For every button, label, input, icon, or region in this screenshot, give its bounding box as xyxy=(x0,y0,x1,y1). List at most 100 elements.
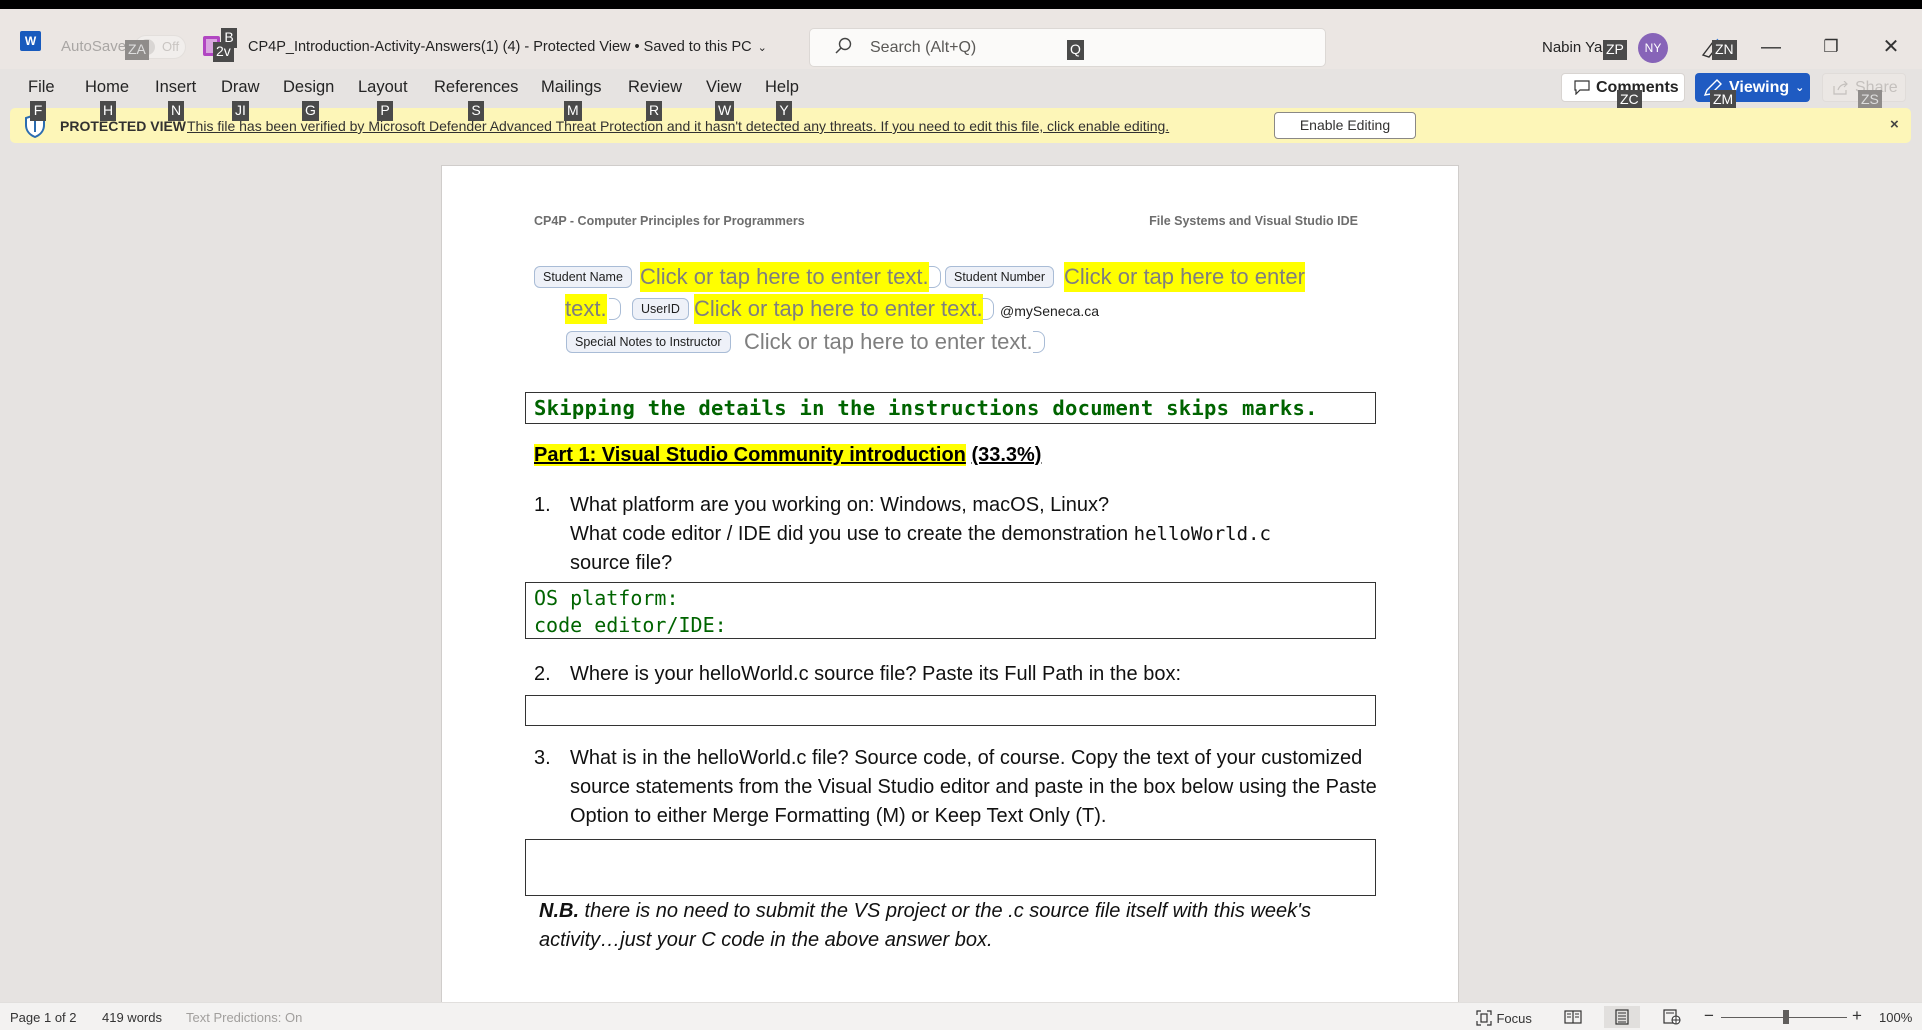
student-number-field[interactable]: Click or tap here to enter xyxy=(1064,262,1305,292)
focus-icon xyxy=(1476,1010,1492,1026)
share-icon xyxy=(1833,80,1848,95)
web-layout-button[interactable] xyxy=(1654,1006,1690,1028)
warning-box: Skipping the details in the instructions… xyxy=(525,392,1376,424)
tab-design[interactable]: Design xyxy=(283,78,334,97)
tab-file[interactable]: File xyxy=(28,78,55,97)
part-heading: Part 1: Visual Studio Community introduc… xyxy=(534,444,1041,467)
userid-field-end xyxy=(982,298,994,320)
note-text: there is no need to submit the VS projec… xyxy=(539,900,1311,951)
keytip-insert: N xyxy=(168,101,185,121)
tab-help[interactable]: Help xyxy=(765,78,799,97)
student-name-tag: Student Name xyxy=(534,266,632,288)
chevron-down-icon: ⌄ xyxy=(757,42,767,54)
keytip-design: G xyxy=(302,101,319,121)
question-number: 1. xyxy=(534,494,551,516)
close-window-button[interactable]: ✕ xyxy=(1868,29,1914,65)
tab-layout[interactable]: Layout xyxy=(358,78,408,97)
word-app-icon[interactable]: W xyxy=(20,31,45,51)
restore-button[interactable]: ❐ xyxy=(1808,29,1854,65)
document-title-text: CP4P_Introduction-Activity-Answers(1) (4… xyxy=(248,39,752,55)
keytip-save-2: 2v xyxy=(213,42,234,62)
autosave-state: Off xyxy=(162,39,180,54)
keytip-review: R xyxy=(646,101,663,121)
keytip-share: ZS xyxy=(1858,90,1882,110)
tab-draw[interactable]: Draw xyxy=(221,78,260,97)
search-icon xyxy=(835,37,852,54)
tab-view[interactable]: View xyxy=(706,78,741,97)
print-layout-button[interactable] xyxy=(1604,1006,1640,1028)
question-1-code: helloWorld.c xyxy=(1133,523,1271,545)
document-title[interactable]: CP4P_Introduction-Activity-Answers(1) (4… xyxy=(248,39,767,55)
title-bar: W AutoSave Off CP4P_Introduction-Activit… xyxy=(0,9,1922,69)
header-topic: File Systems and Visual Studio IDE xyxy=(1149,214,1358,228)
autosave-label: AutoSave xyxy=(61,38,127,55)
keytip-references: S xyxy=(468,101,484,121)
read-mode-icon xyxy=(1564,1010,1582,1024)
special-notes-tag: Special Notes to Instructor xyxy=(566,331,731,353)
tab-mailings[interactable]: Mailings xyxy=(541,78,602,97)
student-number-field-cont[interactable]: text. xyxy=(565,294,607,324)
header-course: CP4P - Computer Principles for Programme… xyxy=(534,214,805,228)
answer-1-line-2: code editor/IDE: xyxy=(534,613,727,637)
keytip-draw: JI xyxy=(232,101,249,121)
note-label: N.B. xyxy=(539,900,579,922)
userid-tag: UserID xyxy=(632,298,689,320)
question-number: 3. xyxy=(534,747,551,769)
tab-home[interactable]: Home xyxy=(85,78,129,97)
minimize-button[interactable]: — xyxy=(1748,29,1794,65)
student-name-field-end xyxy=(929,266,941,288)
student-number-tag: Student Number xyxy=(945,266,1055,288)
question-1-line-1: What platform are you working on: Window… xyxy=(570,494,1110,516)
zoom-out-button[interactable]: − xyxy=(1704,1006,1714,1026)
question-3-text: What is in the helloWorld.c file? Source… xyxy=(570,747,1377,827)
close-icon[interactable]: × xyxy=(1890,116,1899,133)
document-page[interactable]: CP4P - Computer Principles for Programme… xyxy=(441,165,1459,1005)
part-weight: (33.3%) xyxy=(971,444,1042,466)
comment-icon xyxy=(1574,80,1590,95)
question-2-text: Where is your helloWorld.c source file? … xyxy=(570,663,1182,685)
answer-box-1[interactable]: OS platform: code editor/IDE: xyxy=(525,582,1376,639)
page-count[interactable]: Page 1 of 2 xyxy=(10,1010,77,1025)
search-placeholder: Search (Alt+Q) xyxy=(870,39,977,56)
text-predictions-status[interactable]: Text Predictions: On xyxy=(186,1010,302,1025)
answer-box-3[interactable] xyxy=(525,839,1376,896)
word-count[interactable]: 419 words xyxy=(102,1010,162,1025)
keytip-viewing: ZM xyxy=(1710,90,1737,110)
tab-references[interactable]: References xyxy=(434,78,518,97)
part-title: Part 1: Visual Studio Community introduc… xyxy=(534,444,966,466)
protected-view-message[interactable]: This file has been verified by Microsoft… xyxy=(187,118,1169,134)
chevron-down-icon: ⌄ xyxy=(1795,82,1805,94)
avatar[interactable]: NY xyxy=(1638,33,1668,63)
question-2: 2. Where is your helloWorld.c source fil… xyxy=(534,660,1384,690)
zoom-slider-thumb[interactable] xyxy=(1783,1010,1789,1024)
web-layout-icon xyxy=(1663,1009,1681,1025)
read-mode-button[interactable] xyxy=(1555,1006,1591,1028)
special-notes-field[interactable]: Click or tap here to enter text. xyxy=(744,327,1033,357)
keytip-mailings: M xyxy=(564,101,582,121)
protected-view-bar: PROTECTED VIEW This file has been verifi… xyxy=(10,108,1911,143)
focus-button[interactable]: Focus xyxy=(1476,1006,1546,1028)
keytip-help: Y xyxy=(776,101,792,121)
enable-editing-button[interactable]: Enable Editing xyxy=(1274,112,1416,139)
answer-box-2[interactable] xyxy=(525,695,1376,726)
keytip-designer: ZN xyxy=(1712,40,1737,60)
question-1-line-2: What code editor / IDE did you use to cr… xyxy=(570,520,1370,549)
tab-review[interactable]: Review xyxy=(628,78,682,97)
zoom-level[interactable]: 100% xyxy=(1879,1010,1912,1025)
userid-field[interactable]: Click or tap here to enter text. xyxy=(694,294,983,324)
student-name-field[interactable]: Click or tap here to enter text. xyxy=(640,262,929,292)
keytip-comments: ZC xyxy=(1617,90,1642,110)
email-suffix: @mySeneca.ca xyxy=(1000,303,1100,319)
viewing-label: Viewing xyxy=(1729,78,1790,96)
special-notes-field-end xyxy=(1033,331,1045,353)
question-1-line-3: source file? xyxy=(570,552,673,574)
keytip-home: H xyxy=(100,101,117,121)
status-bar: Page 1 of 2 419 words Text Predictions: … xyxy=(0,1002,1922,1030)
question-1-text: What code editor / IDE did you use to cr… xyxy=(570,523,1134,545)
keytip-layout: P xyxy=(377,101,393,121)
warning-text: Skipping the details in the instructions… xyxy=(534,396,1318,420)
tab-insert[interactable]: Insert xyxy=(155,78,196,97)
question-number: 2. xyxy=(534,663,551,685)
print-layout-icon xyxy=(1615,1009,1629,1025)
zoom-in-button[interactable]: + xyxy=(1852,1006,1862,1026)
